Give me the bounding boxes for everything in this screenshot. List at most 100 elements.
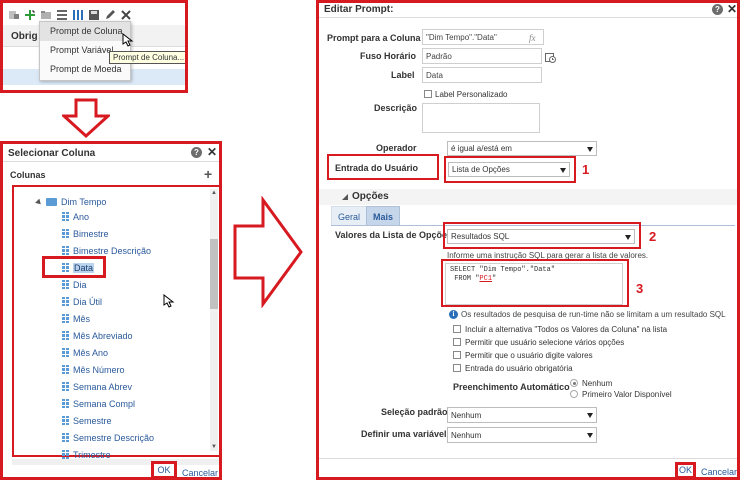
- column-icon: [62, 246, 69, 255]
- columns-icon[interactable]: [71, 9, 84, 22]
- tree-item-label: Trimestre: [73, 449, 111, 460]
- tree-item[interactable]: Mês: [62, 312, 90, 325]
- menu-tooltip: Prompt de Coluna...: [109, 51, 185, 64]
- label-label: Label: [391, 70, 415, 80]
- tree-item[interactable]: Ano: [62, 210, 89, 223]
- colunas-heading: Colunas: [10, 170, 46, 180]
- tree-item-label: Mês Abreviado: [73, 330, 133, 341]
- tab-mais[interactable]: Mais: [366, 206, 401, 226]
- chevron-down-icon: [587, 146, 593, 152]
- checkbox-digite-valores[interactable]: [453, 351, 461, 359]
- operador-label: Operador: [376, 143, 417, 153]
- operador-value: é igual a/está em: [451, 144, 512, 153]
- radio-nenhum-label: Nenhum: [582, 379, 613, 388]
- label-incluir-todos: Incluir a alternativa "Todos os Valores …: [465, 325, 668, 334]
- label-personalizado-checkbox[interactable]: [424, 90, 432, 98]
- tree-item-label: Mês: [73, 313, 91, 324]
- tree-item-label: Bimestre: [73, 228, 109, 239]
- entrada-usuario-select[interactable]: Lista de Opções: [448, 162, 570, 177]
- tree-item[interactable]: Semana Abrev: [62, 380, 132, 393]
- selecao-padrao-select[interactable]: Nenhum: [447, 407, 597, 423]
- tab-geral[interactable]: Geral: [331, 206, 368, 226]
- tree-item[interactable]: Mês Número: [62, 363, 125, 376]
- valores-lista-select[interactable]: Resultados SQL: [447, 229, 635, 244]
- tree-root-label: Dim Tempo: [61, 197, 107, 207]
- column-icon: [62, 348, 69, 357]
- collapse-triangle-icon[interactable]: [341, 193, 349, 201]
- radio-primeiro-valor-label: Primeiro Valor Disponível: [582, 390, 672, 399]
- cancel-button[interactable]: Cancelar: [701, 467, 737, 477]
- column-icon: [62, 399, 69, 408]
- definir-variavel-select[interactable]: Nenhum: [447, 427, 597, 443]
- title-separator: [3, 161, 219, 162]
- column-tree: Dim Tempo Ano Bimestre Bimestre Descrição D…: [12, 185, 219, 460]
- tree-hscrollbar[interactable]: [12, 459, 219, 465]
- edit-icon[interactable]: [103, 9, 116, 22]
- selecao-padrao-value: Nenhum: [451, 410, 482, 420]
- menu-item-prompt-coluna[interactable]: Prompt de Coluna: [40, 22, 130, 41]
- folder-icon[interactable]: [39, 9, 52, 22]
- chevron-down-icon: [587, 413, 593, 418]
- tree-root-dim-tempo[interactable]: Dim Tempo: [35, 195, 107, 209]
- add-prompt-icon[interactable]: [23, 9, 36, 22]
- scroll-thumb[interactable]: [210, 239, 218, 309]
- tree-item-label: Semestre Descrição: [73, 432, 155, 443]
- scroll-up-icon[interactable]: ▲: [210, 189, 218, 197]
- sql-line-2-suffix: ": [492, 275, 497, 283]
- tree-item[interactable]: Mês Ano: [62, 346, 108, 359]
- label-personalizado-label: Label Personalizado: [435, 90, 508, 99]
- column-icon: [62, 229, 69, 238]
- cancel-button[interactable]: Cancelar: [182, 468, 218, 477]
- radio-nenhum[interactable]: [570, 379, 578, 387]
- checkbox-varios-opcoes[interactable]: [453, 338, 461, 346]
- tree-item-label: Dia Útil: [73, 296, 103, 307]
- add-column-icon[interactable]: +: [204, 166, 212, 182]
- ok-button[interactable]: OK: [675, 462, 696, 477]
- dialog-title: Editar Prompt:: [324, 4, 394, 15]
- checkbox-obrigatoria[interactable]: [453, 364, 461, 372]
- column-icon: [62, 314, 69, 323]
- preenchimento-label: Preenchimento Automático: [453, 382, 570, 392]
- info-icon: i: [449, 310, 458, 319]
- help-icon[interactable]: ?: [191, 147, 202, 158]
- help-icon[interactable]: ?: [712, 4, 723, 15]
- checkbox-incluir-todos[interactable]: [453, 325, 461, 333]
- definir-variavel-value: Nenhum: [451, 430, 482, 440]
- add-filter-icon[interactable]: [7, 9, 20, 22]
- tree-item[interactable]: Dia Útil: [62, 295, 102, 308]
- tree-item[interactable]: Dia: [62, 278, 87, 291]
- valores-lista-value: Resultados SQL: [451, 232, 510, 241]
- radio-primeiro-valor[interactable]: [570, 390, 578, 398]
- sql-line-1: SELECT "Dim Tempo"."Data": [450, 266, 556, 274]
- tree-item-label: Dia: [73, 279, 87, 290]
- tree-item[interactable]: Semestre Descrição: [62, 431, 154, 444]
- tree-item[interactable]: Mês Abreviado: [62, 329, 133, 342]
- column-icon: [62, 331, 69, 340]
- tree-item-label: Bimestre Descrição: [73, 245, 152, 256]
- tree-item-label: Ano: [73, 211, 90, 222]
- tree-item[interactable]: Semana Compl: [62, 397, 135, 410]
- tree-item[interactable]: Semestre: [62, 414, 112, 427]
- fuso-horario-value: Padrão: [426, 52, 452, 61]
- rows-icon[interactable]: [55, 9, 68, 22]
- sql-textarea[interactable]: SELECT "Dim Tempo"."Data" FROM "PC1": [445, 263, 623, 305]
- descricao-label: Descrição: [374, 103, 418, 113]
- prompt-coluna-value: "Dim Tempo"."Data": [426, 33, 497, 42]
- label-varios-opcoes: Permitir que usuário selecione vários op…: [465, 338, 625, 347]
- ok-button[interactable]: OK: [151, 461, 177, 477]
- data-highlight-box: [42, 256, 106, 278]
- fx-icon[interactable]: fx: [529, 33, 536, 43]
- tree-item[interactable]: Bimestre: [62, 227, 109, 240]
- descricao-textarea[interactable]: [422, 103, 540, 133]
- label-digite-valores: Permitir que o usuário digite valores: [465, 351, 593, 360]
- operador-select[interactable]: é igual a/está em: [447, 141, 597, 156]
- fuso-horario-label: Fuso Horário: [360, 51, 417, 61]
- close-icon[interactable]: ✕: [727, 3, 737, 16]
- expand-triangle-icon[interactable]: [35, 198, 43, 206]
- save-icon[interactable]: [87, 9, 100, 22]
- scroll-down-icon[interactable]: ▼: [210, 443, 218, 451]
- tree-scrollbar[interactable]: ▲ ▼: [210, 189, 218, 451]
- delete-icon[interactable]: [119, 9, 132, 22]
- timezone-icon[interactable]: [545, 52, 556, 63]
- close-icon[interactable]: ✕: [207, 145, 217, 159]
